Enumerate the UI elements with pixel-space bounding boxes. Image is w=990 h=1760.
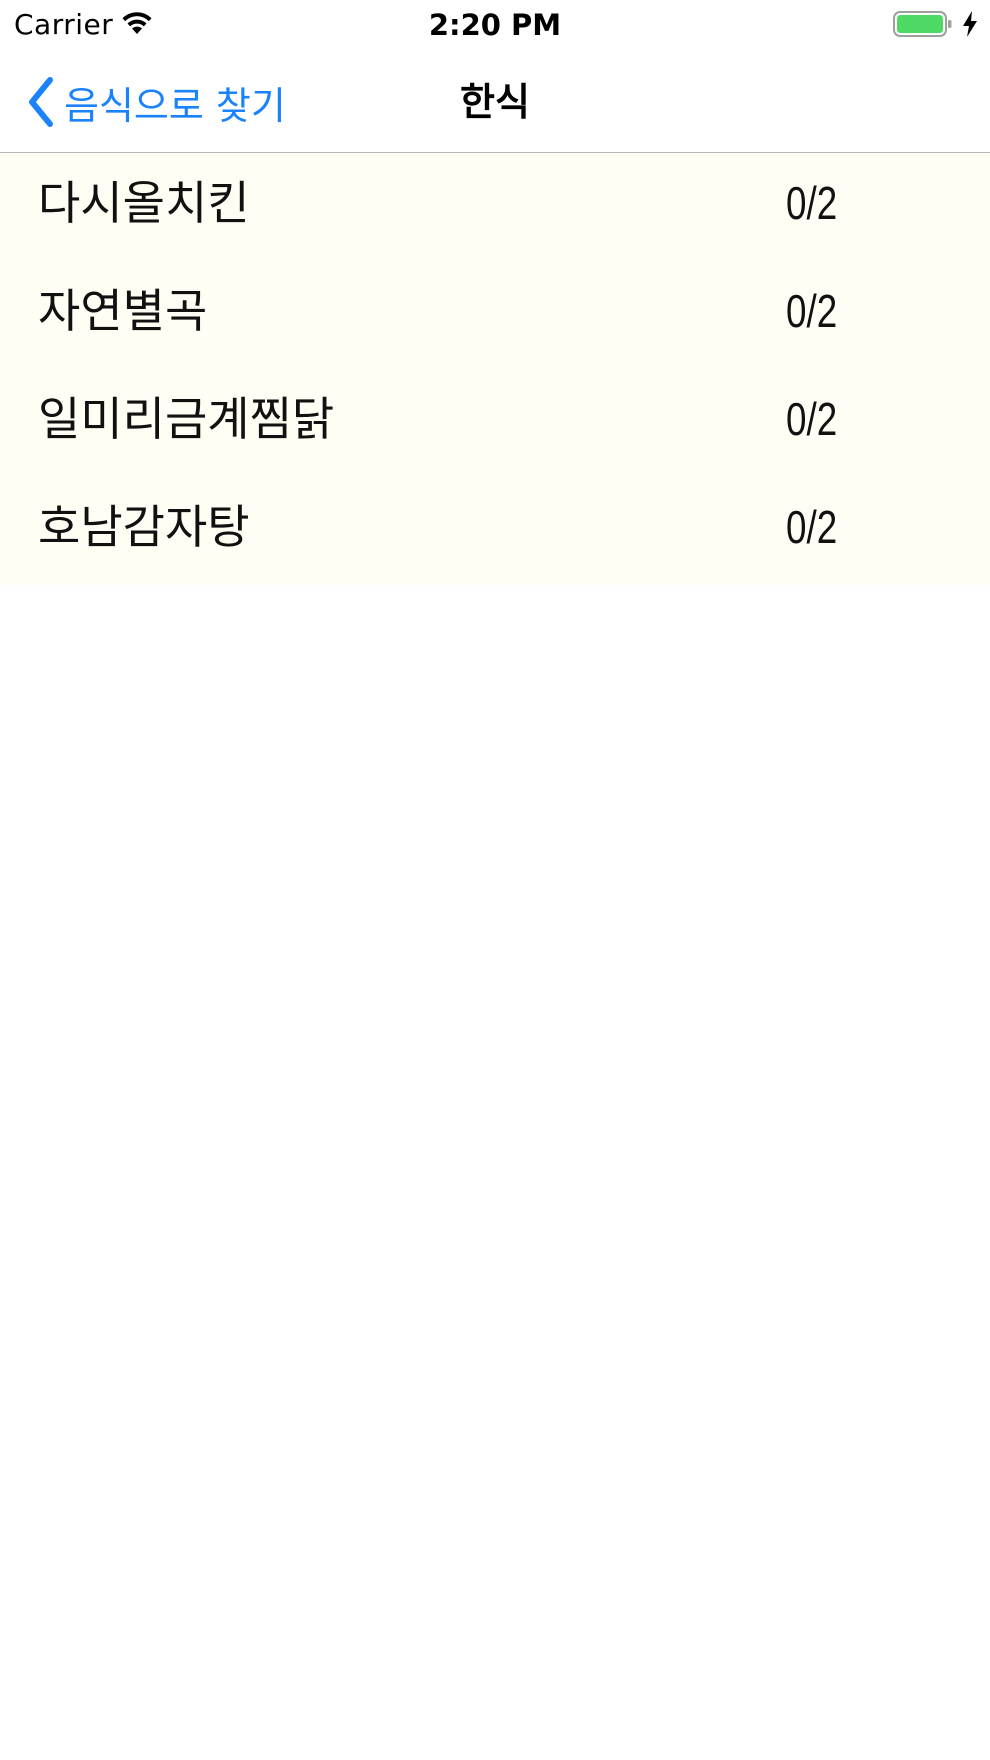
- list-item[interactable]: 자연별곡 0/2: [0, 261, 990, 369]
- status-bar: Carrier 2:20 PM: [0, 0, 990, 50]
- restaurant-name: 호남감자탕: [38, 500, 250, 554]
- restaurant-list: 다시올치킨 0/2 자연별곡 0/2 일미리금계찜닭 0/2 호남감자탕 0/2: [0, 153, 990, 585]
- page-title: 한식: [460, 80, 530, 124]
- restaurant-name: 일미리금계찜닭: [38, 392, 335, 446]
- battery-icon: [893, 11, 952, 37]
- restaurant-name: 자연별곡: [38, 284, 208, 338]
- navigation-bar: 음식으로 찾기 한식: [0, 50, 990, 153]
- restaurant-count: 0/2: [786, 177, 838, 229]
- status-time: 2:20 PM: [428, 8, 562, 42]
- restaurant-count: 0/2: [786, 285, 838, 337]
- list-item[interactable]: 일미리금계찜닭 0/2: [0, 369, 990, 477]
- list-item[interactable]: 호남감자탕 0/2: [0, 477, 990, 585]
- restaurant-name: 다시올치킨: [38, 176, 250, 230]
- restaurant-count: 0/2: [786, 393, 838, 445]
- list-item[interactable]: 다시올치킨 0/2: [0, 153, 990, 261]
- restaurant-count: 0/2: [786, 501, 838, 553]
- charging-bolt-icon: [963, 11, 977, 37]
